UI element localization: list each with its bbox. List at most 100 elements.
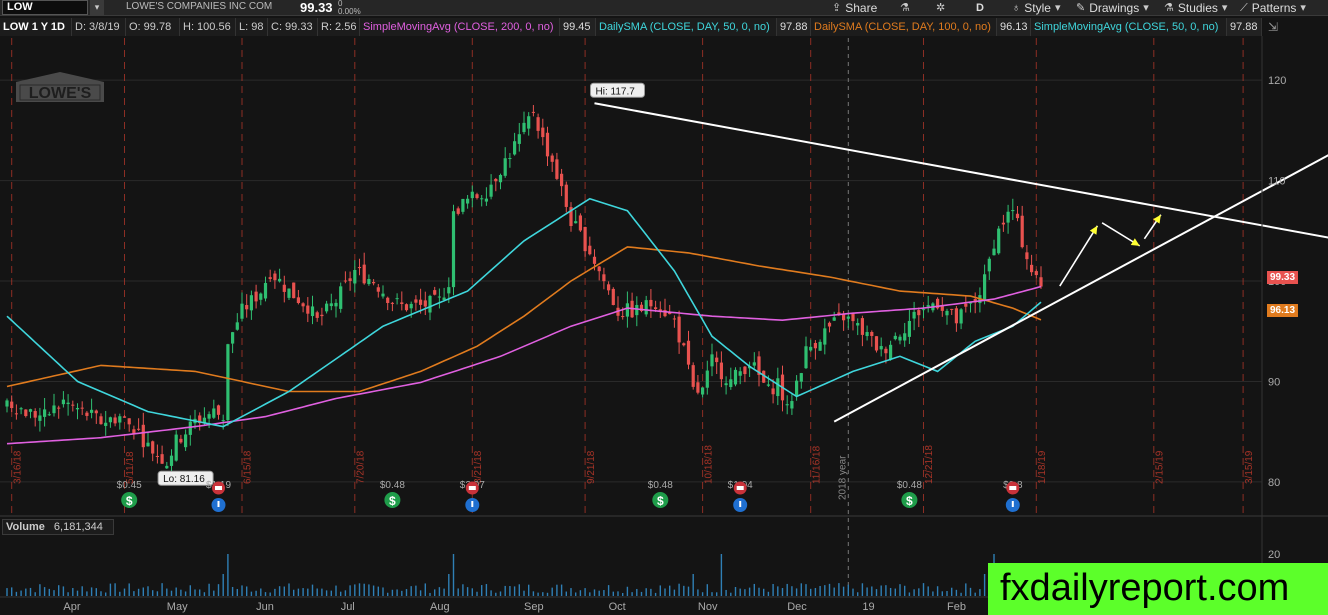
- volume-bar: [203, 592, 206, 596]
- volume-bars: [6, 554, 1042, 596]
- candle-body: [169, 455, 174, 466]
- sma100-price-tag: 96.13: [1267, 304, 1299, 317]
- candle-body: [118, 416, 122, 423]
- candle-body: [94, 410, 98, 414]
- candle-body: [719, 362, 723, 380]
- flask-button[interactable]: ⚗: [900, 0, 910, 16]
- candle-body: [545, 132, 550, 157]
- candle-body: [846, 316, 850, 319]
- gear-button[interactable]: ✲: [890, 0, 945, 16]
- aggregation-button[interactable]: D: [976, 0, 984, 16]
- candle-body: [743, 366, 747, 375]
- lightbulb-icon: [471, 501, 474, 507]
- volume-bar: [443, 588, 445, 596]
- candle-body: [61, 399, 65, 405]
- event-value: $0.45: [117, 480, 142, 491]
- candle-body: [343, 280, 347, 282]
- candle-body: [682, 343, 686, 346]
- volume-bar: [612, 591, 614, 596]
- studies-button[interactable]: ⚗ Studies ▾: [1164, 0, 1227, 16]
- collapse-icon[interactable]: ⇲: [1268, 20, 1278, 34]
- x-month-label: Dec: [787, 601, 807, 613]
- x-month-label: Aug: [430, 601, 450, 613]
- candle-body: [672, 318, 676, 320]
- candle-body: [710, 354, 714, 367]
- volume-bar: [264, 592, 267, 596]
- volume-bar: [410, 586, 412, 596]
- candle-body: [555, 159, 559, 179]
- volume-bar: [481, 585, 483, 596]
- candle-body: [954, 308, 958, 324]
- candle-body: [10, 401, 14, 409]
- drawings-button[interactable]: ✎ Drawings ▾: [1076, 0, 1149, 16]
- candle-body: [705, 370, 709, 388]
- candle-body: [33, 411, 37, 418]
- volume-bar: [617, 591, 619, 596]
- volume-bar: [842, 586, 845, 596]
- volume-bar: [828, 583, 831, 596]
- candle-body: [691, 365, 695, 387]
- volume-bar: [673, 589, 676, 596]
- sma50-label[interactable]: SimpleMovingAvg (CLOSE, 50, 0, no): [1031, 18, 1227, 36]
- share-icon: ⇪: [832, 2, 842, 14]
- candle-body: [649, 299, 653, 307]
- vertical-date-label: 12/21/18: [924, 445, 935, 484]
- candle-body: [254, 291, 258, 302]
- candle-body: [1030, 264, 1034, 273]
- volume-bar: [744, 589, 746, 596]
- candle-body: [738, 371, 742, 376]
- volume-bar: [645, 588, 647, 596]
- candle-body: [1025, 252, 1029, 260]
- candle-body: [851, 313, 855, 322]
- volume-bar: [90, 587, 93, 596]
- volume-bar: [748, 587, 751, 596]
- volume-bar: [650, 588, 652, 596]
- candle-body: [80, 407, 84, 409]
- volume-bar: [767, 591, 770, 596]
- dsma100-label[interactable]: DailySMA (CLOSE, DAY, 100, 0, no): [811, 18, 997, 36]
- volume-bar: [405, 589, 408, 596]
- candle-body: [292, 282, 296, 299]
- candle-body: [874, 336, 879, 351]
- sma200-label[interactable]: SimpleMovingAvg (CLOSE, 200, 0, no): [360, 18, 560, 36]
- chart-label[interactable]: LOW 1 Y 1D: [0, 18, 72, 36]
- volume-bar: [847, 584, 849, 596]
- style-button[interactable]: ♁ Style ▾: [1012, 0, 1060, 16]
- candle-body: [419, 299, 423, 305]
- candle-body: [329, 303, 333, 307]
- volume-bar: [199, 589, 201, 596]
- volume-bar: [396, 589, 398, 596]
- candle-body: [108, 417, 112, 423]
- volume-bar: [974, 592, 976, 596]
- candle-body: [818, 341, 822, 351]
- flask-icon: ⚗: [900, 2, 910, 14]
- patterns-button[interactable]: ⟋ Patterns ▾: [1240, 0, 1306, 16]
- volume-bar: [936, 586, 939, 596]
- volume-bar: [575, 592, 577, 596]
- volume-bar: [518, 584, 520, 596]
- price-chart[interactable]: 80901001101202018 year3/16/185/11/186/15…: [0, 0, 1328, 615]
- volume-label[interactable]: Volume 6,181,344: [2, 519, 114, 535]
- candle-body: [752, 362, 756, 366]
- volume-bar: [758, 587, 760, 596]
- volume-bar: [161, 583, 163, 596]
- symbol-dropdown-icon[interactable]: ▾: [90, 0, 104, 15]
- volume-bar: [697, 589, 699, 596]
- last-price: 99.33: [300, 0, 333, 15]
- volume-bar: [664, 588, 666, 596]
- bar-open: O: 99.78: [126, 18, 180, 36]
- volume-bar: [683, 585, 685, 596]
- symbol-input[interactable]: LOW: [2, 0, 88, 15]
- volume-bar: [546, 592, 549, 596]
- share-button[interactable]: ⇪ Share: [832, 0, 877, 16]
- candle-body: [607, 284, 611, 291]
- candle-body: [921, 309, 926, 311]
- volume-bar: [819, 585, 821, 596]
- candle-body: [184, 434, 188, 448]
- candle-body: [38, 415, 42, 421]
- dsma50-label[interactable]: DailySMA (CLOSE, DAY, 50, 0, no): [596, 18, 777, 36]
- volume-bar: [791, 586, 793, 596]
- x-month-label: Jul: [341, 601, 355, 613]
- volume-bar: [20, 590, 22, 596]
- y-tick-label: 90: [1268, 376, 1280, 388]
